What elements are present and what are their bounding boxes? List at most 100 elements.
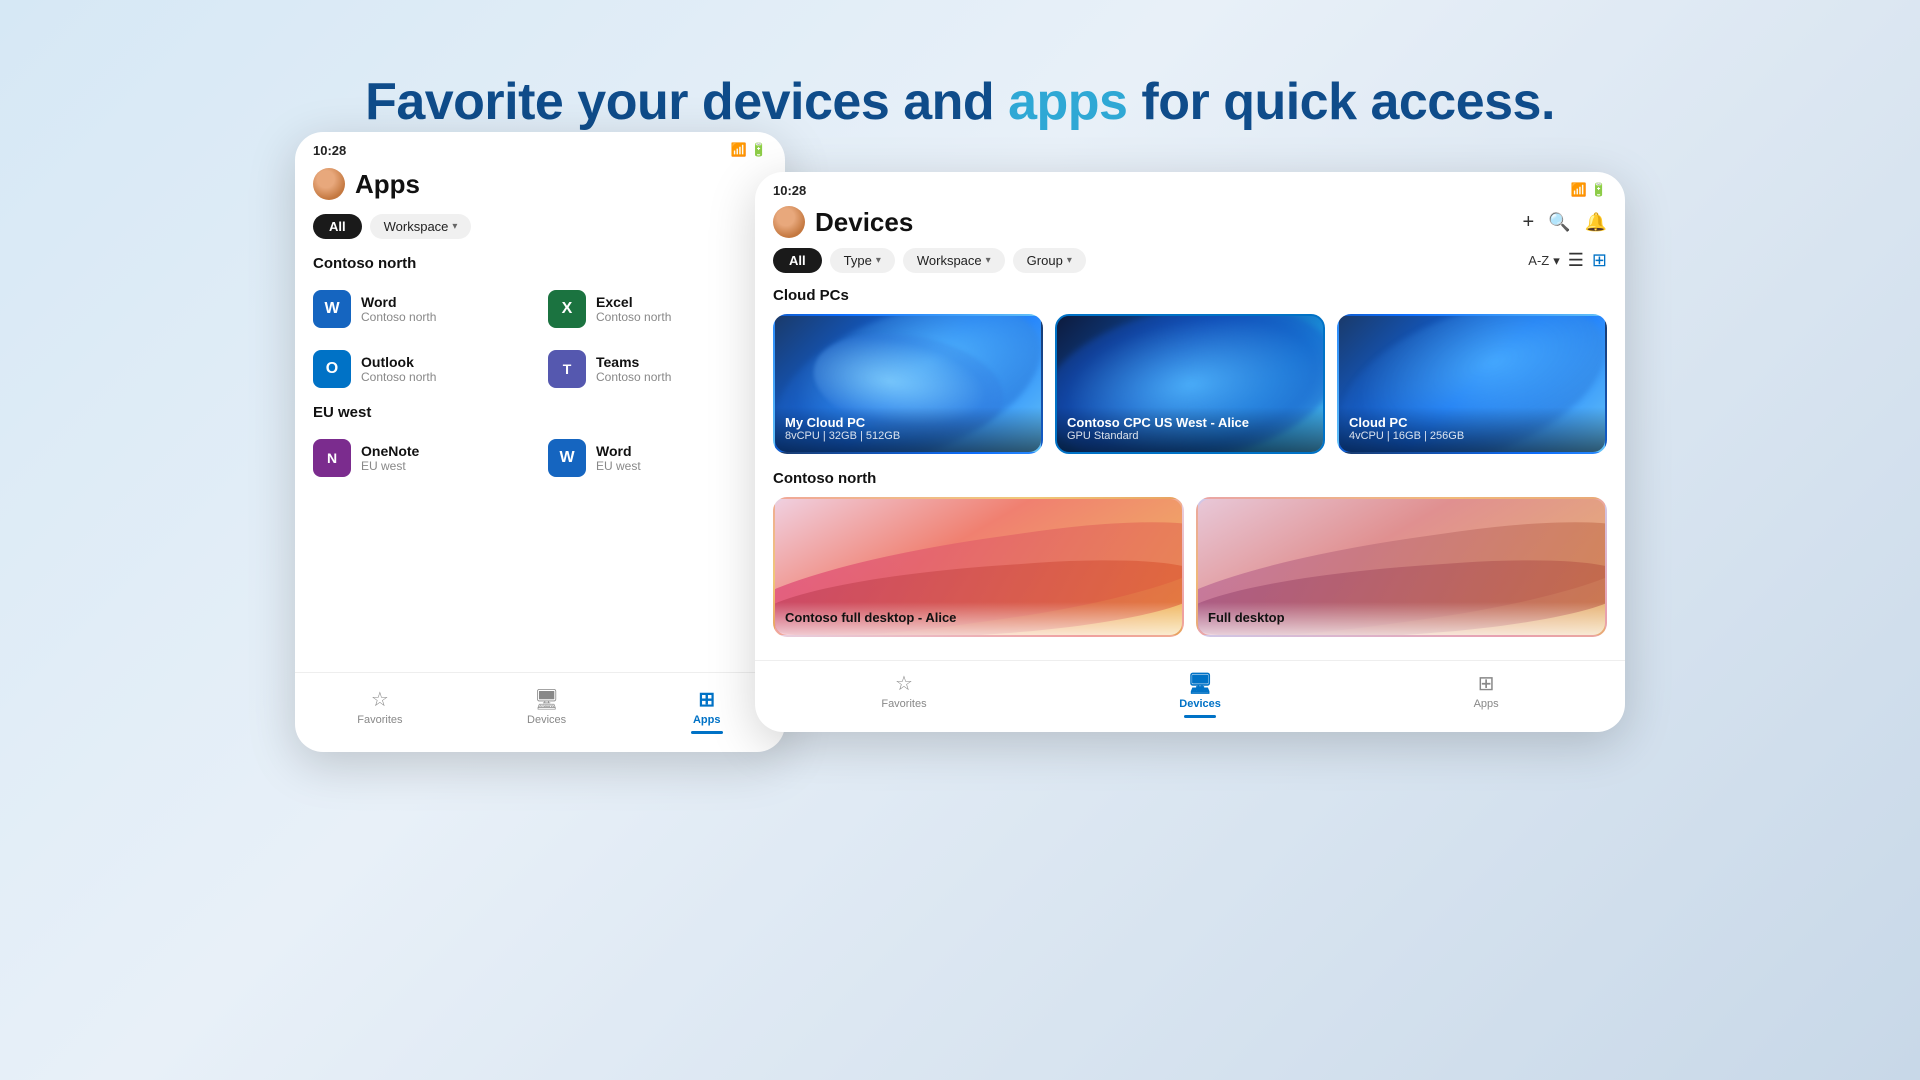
right-devices-icon: 🖥: [1187, 671, 1212, 696]
devices-icon: 🖥: [534, 687, 559, 712]
app-name: Word: [361, 294, 436, 310]
list-item[interactable]: W Word Contoso north: [305, 280, 540, 338]
app-name: Word: [596, 443, 641, 459]
app-sub: EU west: [596, 459, 641, 473]
contoso-full-desktop-overlay: Contoso full desktop - Alice: [775, 602, 1182, 635]
full-desktop-overlay: Full desktop: [1198, 602, 1605, 635]
contoso-north-grid: W Word Contoso north X Excel Contoso nor…: [295, 280, 785, 398]
hero-title: Favorite your devices and apps for quick…: [365, 72, 1555, 132]
devices-filter-left: All Type ▾ Workspace ▾ Group ▾: [773, 248, 1086, 273]
left-status-icons: 📶 🔋: [731, 142, 767, 158]
nav-apps-label: Apps: [693, 714, 721, 726]
my-cloud-pc-name: My Cloud PC: [785, 415, 1031, 430]
app-name: Excel: [596, 294, 671, 310]
devices-filter-row: All Type ▾ Workspace ▾ Group ▾ A-Z ▾: [755, 248, 1625, 283]
list-item[interactable]: W Word EU west: [540, 429, 775, 487]
sort-chevron-icon: ▾: [1553, 253, 1560, 269]
list-item[interactable]: O Outlook Contoso north: [305, 340, 540, 398]
list-item[interactable]: N OneNote EU west: [305, 429, 540, 487]
contoso-north-devices-grid: Contoso full desktop - Alice Full deskto…: [773, 497, 1607, 637]
left-time: 10:28: [313, 143, 346, 158]
apps-header: Apps: [295, 162, 785, 210]
device-card-full-desktop[interactable]: Full desktop: [1196, 497, 1607, 637]
right-time: 10:28: [773, 183, 806, 198]
battery-icon: 🔋: [751, 142, 767, 158]
nav-favorites-label: Favorites: [357, 714, 402, 726]
filter-workspace-button[interactable]: Workspace ▾: [370, 214, 472, 239]
cloud-pc-name: Cloud PC: [1349, 415, 1595, 430]
screenshots-container: 10:28 📶 🔋 Apps All Workspace ▾ Contoso n…: [295, 132, 1625, 752]
devices-filter-all[interactable]: All: [773, 248, 822, 273]
favorites-icon: ☆: [371, 687, 389, 712]
search-icon[interactable]: 🔍: [1548, 212, 1570, 233]
wifi-icon: 📶: [731, 142, 747, 158]
devices-page-title: Devices: [815, 207, 913, 238]
right-favorites-label: Favorites: [881, 698, 926, 710]
app-sub: EU west: [361, 459, 419, 473]
right-devices-label: Devices: [1179, 698, 1221, 710]
device-card-cloud-pc[interactable]: Cloud PC 4vCPU | 16GB | 256GB: [1337, 314, 1607, 454]
hero-section: Favorite your devices and apps for quick…: [365, 36, 1555, 132]
onenote-icon: N: [313, 439, 351, 477]
apps-phone: 10:28 📶 🔋 Apps All Workspace ▾ Contoso n…: [295, 132, 785, 752]
word2-info: Word EU west: [596, 443, 641, 473]
nav-apps[interactable]: ⊞ Apps: [675, 683, 739, 738]
sort-az-button[interactable]: A-Z ▾: [1528, 253, 1559, 269]
devices-filter-right: A-Z ▾ ☰ ⊞: [1528, 250, 1607, 271]
devices-header: Devices + 🔍 🔔: [755, 202, 1625, 248]
my-cloud-pc-spec: 8vCPU | 32GB | 512GB: [785, 430, 1031, 442]
app-sub: Contoso north: [361, 370, 436, 384]
apps-filter-row: All Workspace ▾: [295, 210, 785, 249]
devices-header-left: Devices: [773, 206, 913, 238]
cloud-pc-spec: 4vCPU | 16GB | 256GB: [1349, 430, 1595, 442]
right-nav-active-indicator: [1184, 715, 1216, 718]
app-name: Teams: [596, 354, 671, 370]
right-apps-icon: ⊞: [1478, 671, 1495, 696]
cloud-pc-overlay: Cloud PC 4vCPU | 16GB | 256GB: [1339, 407, 1605, 452]
devices-filter-type[interactable]: Type ▾: [830, 248, 895, 273]
nav-active-indicator: [691, 731, 723, 734]
devices-header-actions: + 🔍 🔔: [1522, 211, 1607, 234]
add-button[interactable]: +: [1522, 211, 1534, 234]
list-view-icon[interactable]: ☰: [1568, 250, 1584, 271]
grid-view-icon[interactable]: ⊞: [1592, 250, 1607, 271]
left-bottom-nav: ☆ Favorites 🖥 Devices ⊞ Apps: [295, 672, 785, 752]
eu-west-grid: N OneNote EU west W Word EU west: [295, 429, 785, 487]
filter-all-button[interactable]: All: [313, 214, 362, 239]
right-nav-devices[interactable]: 🖥 Devices: [1163, 667, 1237, 722]
nav-favorites[interactable]: ☆ Favorites: [341, 683, 418, 738]
contoso-cpc-spec: GPU Standard: [1067, 430, 1313, 442]
teams-info: Teams Contoso north: [596, 354, 671, 384]
app-sub: Contoso north: [596, 370, 671, 384]
device-card-contoso-cpc[interactable]: Contoso CPC US West - Alice GPU Standard: [1055, 314, 1325, 454]
cloud-pcs-grid: My Cloud PC 8vCPU | 32GB | 512GB Contoso…: [773, 314, 1607, 454]
right-nav-favorites[interactable]: ☆ Favorites: [865, 667, 942, 722]
app-name: OneNote: [361, 443, 419, 459]
devices-filter-group[interactable]: Group ▾: [1013, 248, 1086, 273]
left-status-bar: 10:28 📶 🔋: [295, 132, 785, 162]
right-bottom-nav: ☆ Favorites 🖥 Devices ⊞ Apps: [755, 660, 1625, 732]
outlook-icon: O: [313, 350, 351, 388]
device-card-my-cloud-pc[interactable]: My Cloud PC 8vCPU | 32GB | 512GB: [773, 314, 1043, 454]
section-eu-west: EU west: [295, 398, 785, 429]
workspace-chevron-icon2: ▾: [986, 255, 991, 266]
list-item[interactable]: T Teams Contoso north: [540, 340, 775, 398]
contoso-cpc-overlay: Contoso CPC US West - Alice GPU Standard: [1057, 407, 1323, 452]
cloud-pcs-section-title: Cloud PCs: [773, 287, 1607, 304]
device-card-contoso-full-desktop[interactable]: Contoso full desktop - Alice: [773, 497, 1184, 637]
workspace-chevron-icon: ▾: [452, 221, 457, 232]
notification-icon[interactable]: 🔔: [1585, 212, 1607, 233]
contoso-cpc-name: Contoso CPC US West - Alice: [1067, 415, 1313, 430]
section-contoso-north: Contoso north: [295, 249, 785, 280]
list-item[interactable]: X Excel Contoso north: [540, 280, 775, 338]
group-chevron-icon: ▾: [1067, 255, 1072, 266]
app-sub: Contoso north: [596, 310, 671, 324]
onenote-info: OneNote EU west: [361, 443, 419, 473]
right-wifi-icon: 📶: [1571, 182, 1587, 198]
right-status-bar: 10:28 📶 🔋: [755, 172, 1625, 202]
right-battery-icon: 🔋: [1591, 182, 1607, 198]
nav-devices[interactable]: 🖥 Devices: [511, 683, 582, 738]
outlook-info: Outlook Contoso north: [361, 354, 436, 384]
right-nav-apps[interactable]: ⊞ Apps: [1458, 667, 1515, 722]
devices-filter-workspace[interactable]: Workspace ▾: [903, 248, 1005, 273]
